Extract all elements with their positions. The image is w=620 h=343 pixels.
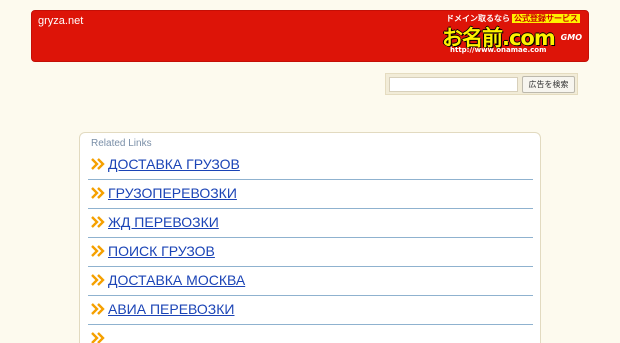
list-item: ПОИСК ГРУЗОВ (88, 238, 533, 267)
related-links-panel: Related Links ДОСТАВКА ГРУЗОВ ГРУЗОПЕРЕВ… (79, 132, 541, 343)
related-link[interactable]: ДОСТАВКА МОСКВА (108, 272, 245, 288)
onamae-ad-banner[interactable]: ドメイン取るなら 公式登録サービス お名前.com http://www.onam… (442, 13, 582, 59)
double-chevron-right-icon (91, 158, 105, 170)
list-item (88, 325, 533, 343)
related-link[interactable]: ГРУЗОПЕРЕВОЗКИ (108, 185, 237, 201)
list-item: АВИА ПЕРЕВОЗКИ (88, 296, 533, 325)
top-banner: gryza.net ドメイン取るなら 公式登録サービス お名前.com http:… (31, 10, 589, 62)
related-link[interactable]: АВИА ПЕРЕВОЗКИ (108, 301, 234, 317)
double-chevron-right-icon (91, 187, 105, 199)
double-chevron-right-icon (91, 303, 105, 315)
list-item: ЖД ПЕРЕВОЗКИ (88, 209, 533, 238)
double-chevron-right-icon (91, 245, 105, 257)
related-links-title: Related Links (91, 138, 152, 149)
double-chevron-right-icon (91, 332, 105, 343)
related-link[interactable]: ЖД ПЕРЕВОЗКИ (108, 214, 219, 230)
gmo-logo: GMO (560, 33, 582, 42)
double-chevron-right-icon (91, 216, 105, 228)
site-domain: gryza.net (38, 15, 84, 27)
ad-search-input[interactable] (389, 77, 518, 92)
double-chevron-right-icon (91, 274, 105, 286)
ad-search-button[interactable]: 広告を検索 (522, 76, 575, 93)
related-link[interactable]: ПОИСК ГРУЗОВ (108, 243, 215, 259)
list-item: ДОСТАВКА ГРУЗОВ (88, 151, 533, 180)
list-item: ГРУЗОПЕРЕВОЗКИ (88, 180, 533, 209)
ad-search-form: 広告を検索 (385, 73, 578, 95)
related-link[interactable]: ДОСТАВКА ГРУЗОВ (108, 156, 240, 172)
list-item: ДОСТАВКА МОСКВА (88, 267, 533, 296)
ad-url: http://www.onamae.com (450, 46, 547, 54)
